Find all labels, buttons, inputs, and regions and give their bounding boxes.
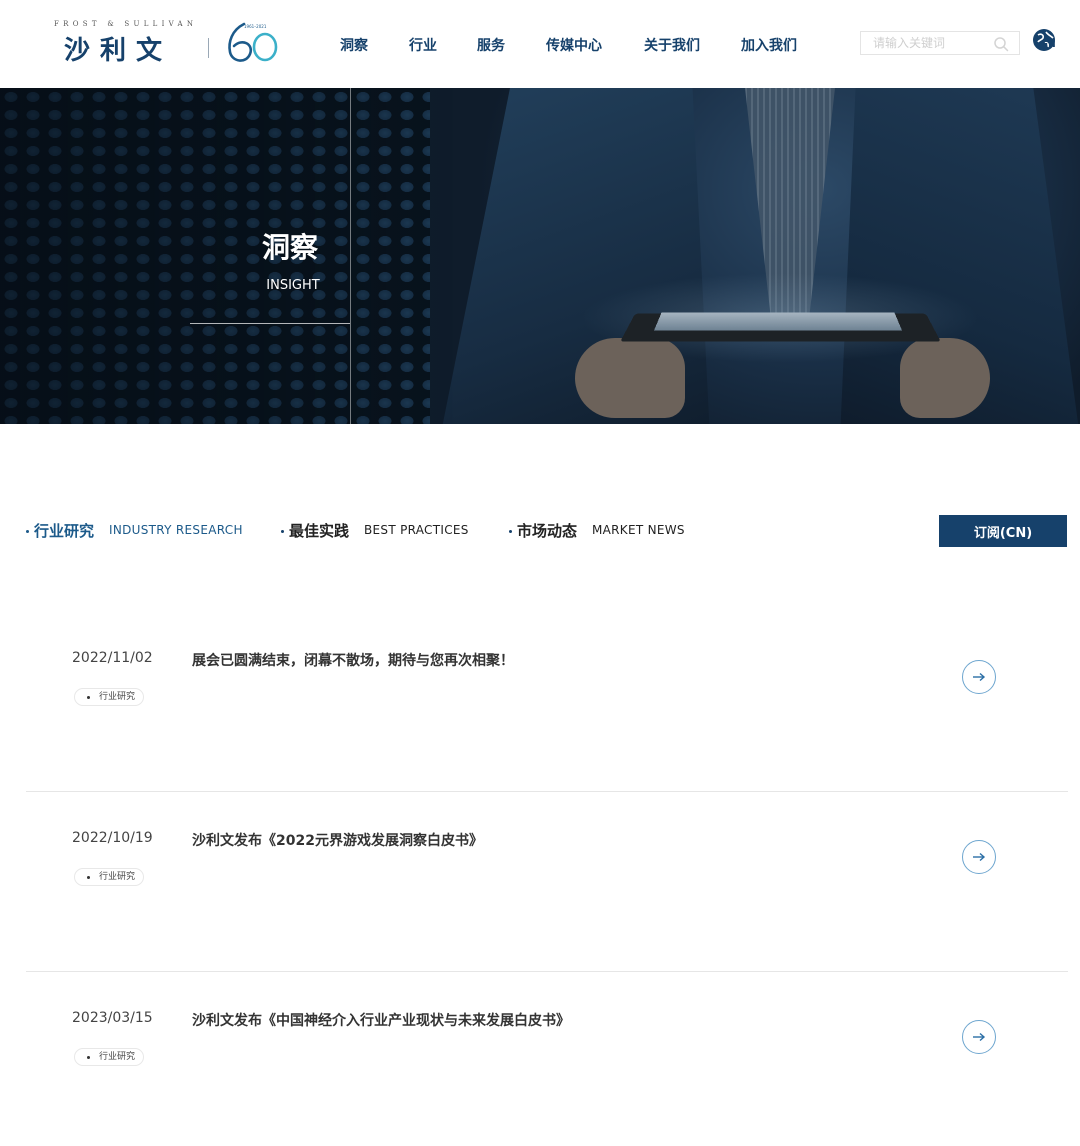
banner-horizontal-line xyxy=(190,323,350,324)
article-tag: 行业研究 xyxy=(74,868,145,886)
article-open-button[interactable] xyxy=(962,840,996,874)
anniversary-60-logo-icon: 1961–2021 xyxy=(228,22,278,62)
tab-label-en: BEST PRACTICES xyxy=(364,523,469,537)
tab-label-en: INDUSTRY RESEARCH xyxy=(109,523,243,537)
article-open-button[interactable] xyxy=(962,660,996,694)
article-title[interactable]: 展会已圆满结束，闭幕不散场，期待与您再次相聚！ xyxy=(192,650,514,670)
banner-overlay xyxy=(0,88,1080,424)
tab-label-cn: 行业研究 xyxy=(34,522,95,540)
article-date: 2022/10/19 xyxy=(72,830,153,846)
nav-item-join-us[interactable]: 加入我们 xyxy=(741,35,797,55)
arrow-right-icon xyxy=(973,852,986,862)
nav-item-about-us[interactable]: 关于我们 xyxy=(644,35,700,55)
search-input[interactable] xyxy=(861,32,989,54)
search-box xyxy=(860,31,1020,55)
frost-sullivan-logo[interactable]: FROST & SULLIVAN 沙利文 1961–2021 xyxy=(52,18,284,68)
article-tag: 行业研究 xyxy=(74,1048,145,1066)
article-date: 2022/11/02 xyxy=(72,650,153,666)
banner-vertical-line xyxy=(350,88,351,424)
article-open-button[interactable] xyxy=(962,1020,996,1054)
category-tabs: 行业研究 INDUSTRY RESEARCH 最佳实践 BEST PRACTIC… xyxy=(0,510,1080,554)
site-header: FROST & SULLIVAN 沙利文 1961–2021 洞察 行业 服务 … xyxy=(0,0,1080,88)
logo-english-wordmark: FROST & SULLIVAN xyxy=(54,20,198,28)
nav-item-insight[interactable]: 洞察 xyxy=(340,35,368,55)
tab-label-cn: 市场动态 xyxy=(517,522,578,540)
subscribe-button[interactable]: 订阅(CN) xyxy=(939,515,1067,547)
article-date: 2023/03/15 xyxy=(72,1010,153,1026)
tab-bullet xyxy=(26,530,29,533)
article-row[interactable]: 2022/11/02 展会已圆满结束，闭幕不散场，期待与您再次相聚！ 行业研究 xyxy=(26,612,1068,792)
arrow-right-icon xyxy=(973,672,986,682)
page-title: 洞察 xyxy=(261,231,318,264)
nav-item-services[interactable]: 服务 xyxy=(477,35,505,55)
hero-banner: 洞察 INSIGHT xyxy=(0,88,1080,424)
article-row[interactable]: 2022/10/19 沙利文发布《2022元界游戏发展洞察白皮书》 行业研究 xyxy=(26,792,1068,972)
article-tag: 行业研究 xyxy=(74,688,145,706)
article-title[interactable]: 沙利文发布《中国神经介入行业产业现状与未来发展白皮书》 xyxy=(192,1010,570,1030)
tab-bullet xyxy=(281,530,284,533)
svg-text:1961–2021: 1961–2021 xyxy=(244,24,267,29)
tab-label-en: MARKET NEWS xyxy=(592,523,685,537)
tab-bullet xyxy=(509,530,512,533)
arrow-right-icon xyxy=(973,1032,986,1042)
article-row[interactable]: 2023/03/15 沙利文发布《中国神经介入行业产业现状与未来发展白皮书》 行… xyxy=(26,972,1068,1146)
nav-item-industry[interactable]: 行业 xyxy=(409,35,437,55)
search-icon[interactable] xyxy=(993,36,1009,52)
language-switch[interactable]: EN xyxy=(1032,28,1062,56)
nav-item-media-center[interactable]: 传媒中心 xyxy=(546,35,602,55)
tab-label-cn: 最佳实践 xyxy=(289,522,350,540)
page-subtitle: INSIGHT xyxy=(266,278,320,293)
article-title[interactable]: 沙利文发布《2022元界游戏发展洞察白皮书》 xyxy=(192,830,483,850)
logo-chinese-wordmark: 沙利文 xyxy=(64,36,173,66)
language-label: EN xyxy=(1042,40,1056,50)
logo-divider xyxy=(208,38,209,58)
